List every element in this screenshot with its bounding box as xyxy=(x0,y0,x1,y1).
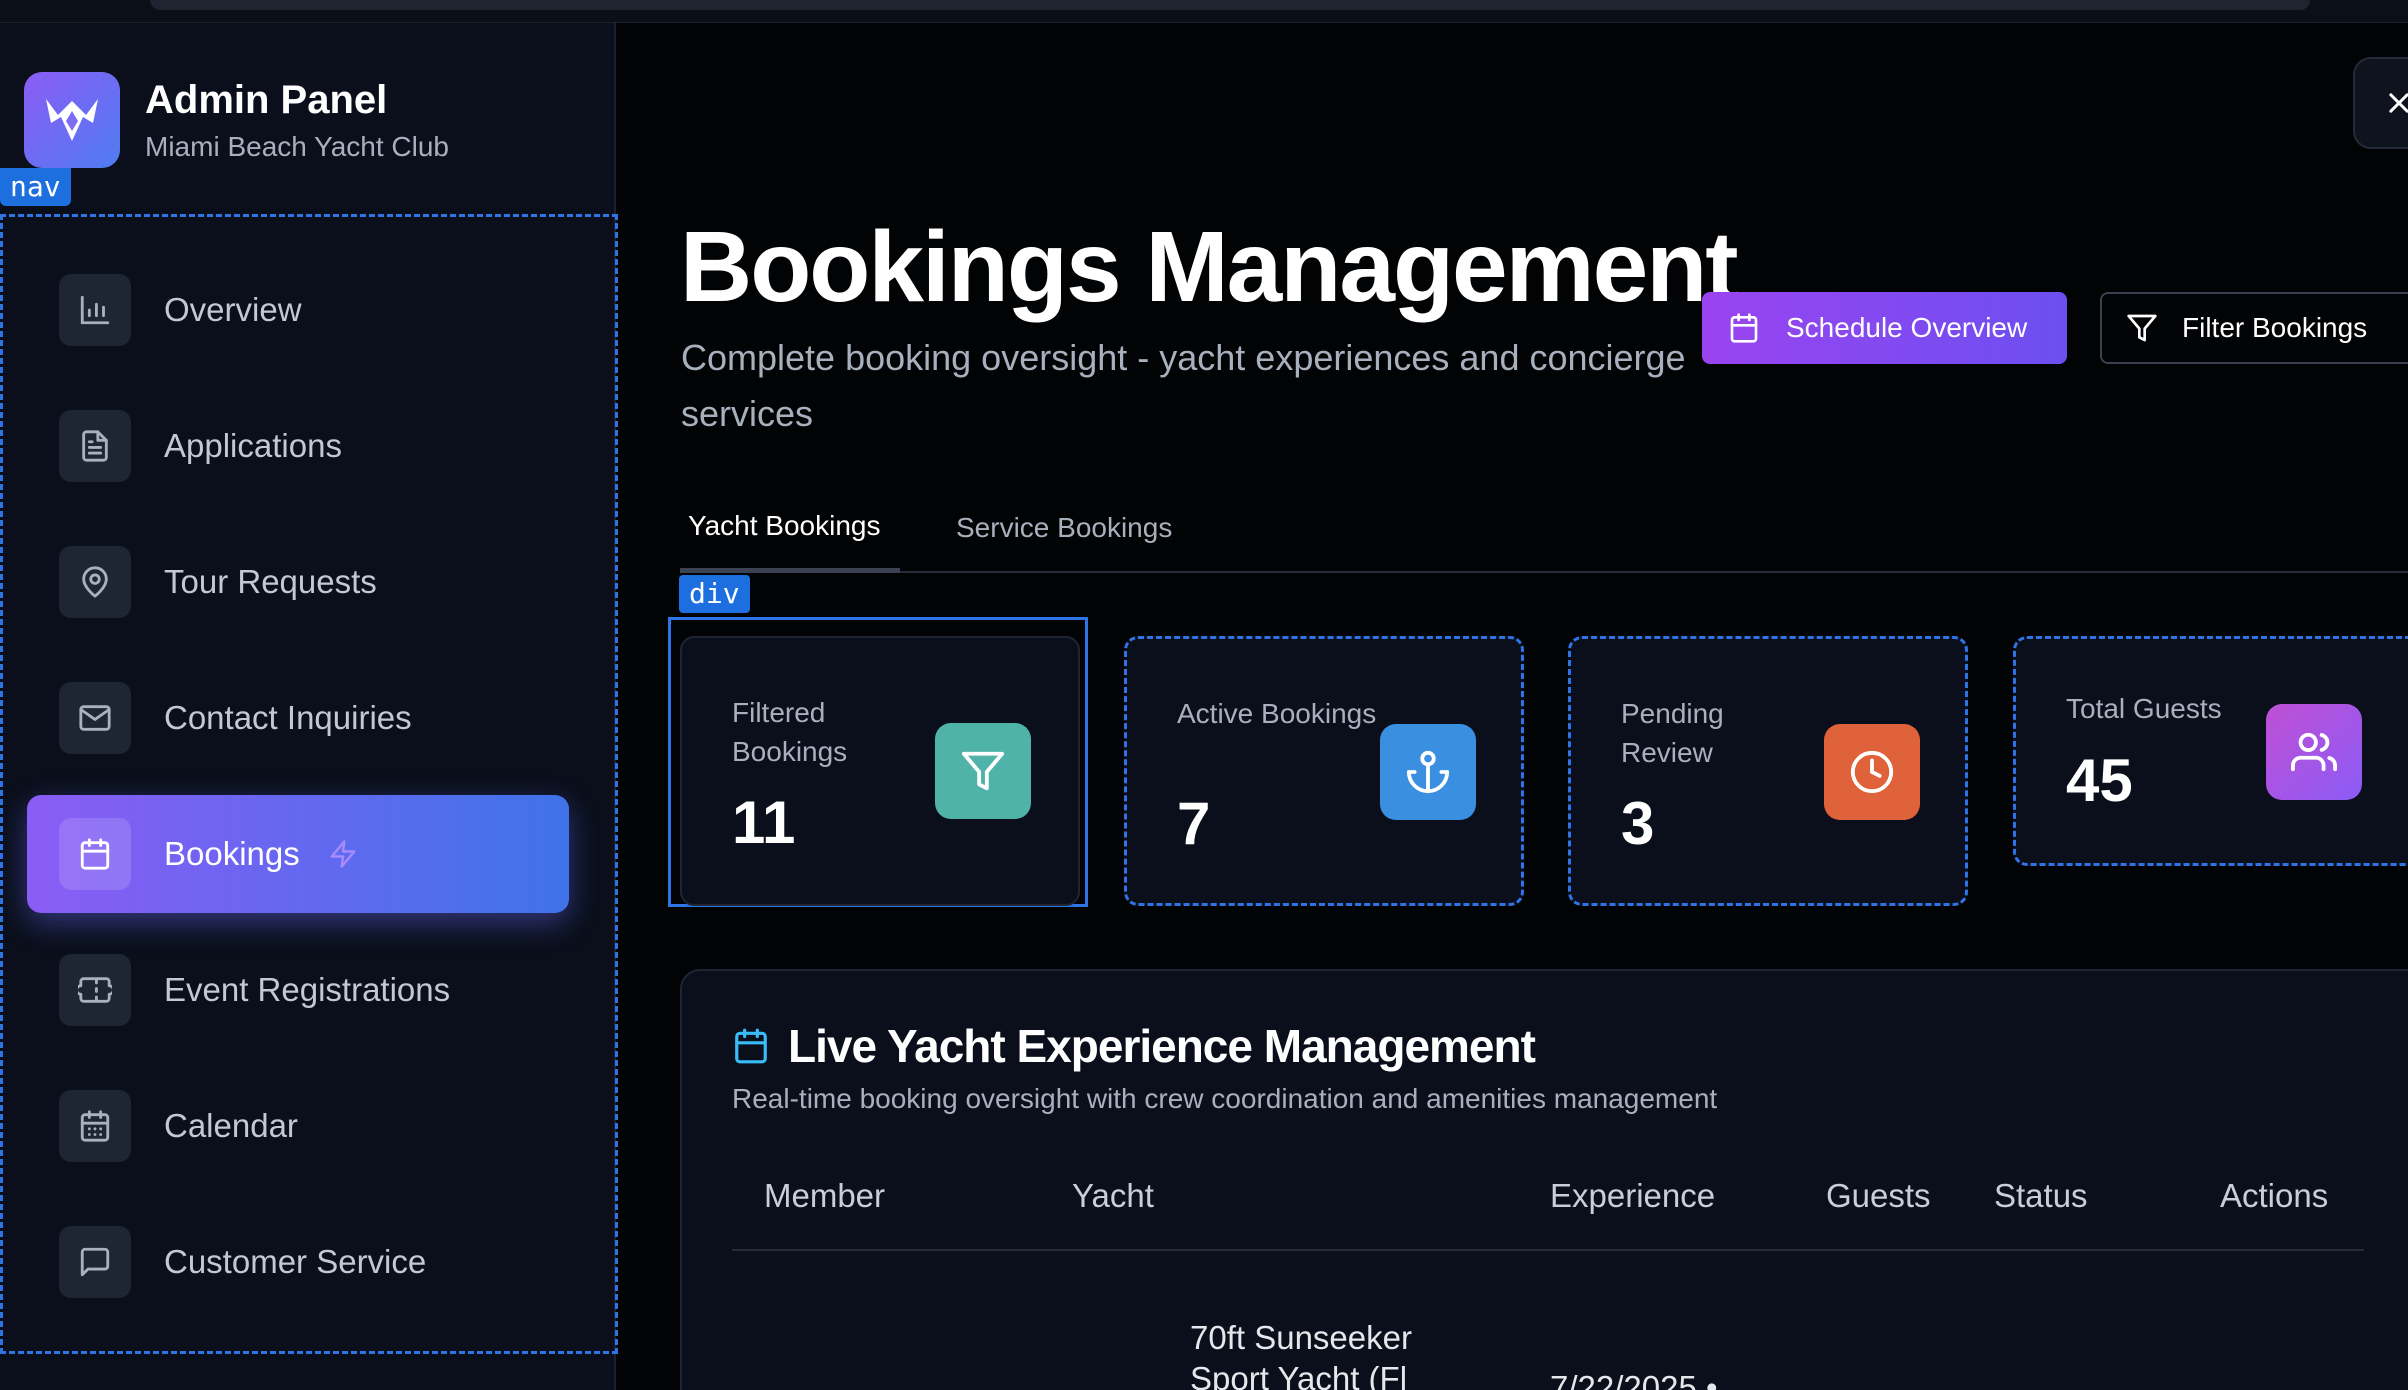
close-icon xyxy=(2389,93,2408,113)
filter-bookings-label: Filter Bookings xyxy=(2182,312,2368,343)
close-button[interactable] xyxy=(2353,57,2408,149)
sidebar-item-contact-inquiries[interactable]: Contact Inquiries xyxy=(27,659,569,777)
page-subtitle: Complete booking oversight - yacht exper… xyxy=(681,337,1686,434)
stat-label: Active Bookings xyxy=(1177,698,1377,729)
brand-subtitle: Miami Beach Yacht Club xyxy=(145,130,449,162)
column-yacht: Yacht xyxy=(1072,1177,1154,1214)
sidebar-item-label: Tour Requests xyxy=(164,563,377,600)
sidebar-item-label: Event Registrations xyxy=(164,971,451,1008)
column-experience: Experience xyxy=(1550,1177,1716,1214)
stat-card-filtered-bookings: Filtered Bookings 11 xyxy=(680,636,1080,906)
page-title: Bookings Management xyxy=(680,211,1739,323)
nav-debug-tag: nav xyxy=(0,168,71,206)
document-icon xyxy=(59,410,131,482)
ticket-icon xyxy=(59,954,131,1026)
sidebar: Admin Panel Miami Beach Yacht Club nav O… xyxy=(0,23,618,1390)
mail-icon xyxy=(59,682,131,754)
stat-value: 7 xyxy=(1177,790,1211,857)
stat-card-active-bookings: Active Bookings 7 xyxy=(1124,636,1524,906)
stat-card-pending-review: Pending Review 3 xyxy=(1568,636,1968,906)
sidebar-item-label: Overview xyxy=(164,291,302,328)
stat-value: 3 xyxy=(1621,790,1655,857)
map-pin-icon xyxy=(59,546,131,618)
column-member: Member xyxy=(764,1177,886,1214)
panel-subtitle: Real-time booking oversight with crew co… xyxy=(732,1083,1718,1114)
schedule-overview-button[interactable]: Schedule Overview xyxy=(1702,292,2067,364)
stat-label: Filtered Bookings xyxy=(732,697,848,767)
sidebar-item-calendar[interactable]: Calendar xyxy=(27,1067,569,1185)
live-yacht-panel: Live Yacht Experience Management Real-ti… xyxy=(680,969,2408,1390)
calendar-icon xyxy=(735,1028,767,1064)
tab-service-bookings[interactable]: Service Bookings xyxy=(956,500,1172,573)
table-header: Member Yacht Experience Guests Status Ac… xyxy=(732,1161,2364,1251)
sidebar-item-customer-service[interactable]: Customer Service xyxy=(27,1203,569,1321)
logo-mark-icon xyxy=(46,99,98,141)
message-square-icon xyxy=(59,1226,131,1298)
stat-value: 45 xyxy=(2066,747,2133,814)
browser-top-strip xyxy=(0,0,2408,23)
stat-value: 11 xyxy=(732,789,796,856)
column-status: Status xyxy=(1994,1177,2088,1214)
filter-icon xyxy=(935,723,1031,819)
column-guests: Guests xyxy=(1826,1177,1931,1214)
sidebar-item-tour-requests[interactable]: Tour Requests xyxy=(27,523,569,641)
sidebar-item-event-registrations[interactable]: Event Registrations xyxy=(27,931,569,1049)
brand-logo xyxy=(24,72,120,168)
tab-yacht-bookings[interactable]: Yacht Bookings xyxy=(680,500,900,573)
row-yacht: 70ft Sunseeker Sport Yacht (Fl xyxy=(1190,1319,1412,1390)
brand-title: Admin Panel xyxy=(145,77,388,122)
address-bar[interactable] xyxy=(150,0,2310,10)
calendar-icon xyxy=(1730,313,1758,343)
anchor-icon xyxy=(1380,724,1476,820)
sidebar-item-bookings[interactable]: Bookings xyxy=(27,795,569,913)
booking-tabs: Yacht Bookings Service Bookings xyxy=(680,500,2408,573)
clock-icon xyxy=(1824,724,1920,820)
sidebar-item-label: Customer Service xyxy=(164,1243,427,1280)
brand: Admin Panel Miami Beach Yacht Club xyxy=(24,72,449,168)
div-debug-tag: div xyxy=(679,575,750,613)
sidebar-item-applications[interactable]: Applications xyxy=(27,387,569,505)
sidebar-item-label: Contact Inquiries xyxy=(164,699,412,736)
sidebar-item-label: Applications xyxy=(164,427,342,464)
bar-chart-icon xyxy=(59,274,131,346)
stat-card-total-guests: Total Guests 45 xyxy=(2013,636,2408,866)
schedule-overview-label: Schedule Overview xyxy=(1786,312,2028,343)
calendar-grid-icon xyxy=(59,1090,131,1162)
panel-title: Live Yacht Experience Management xyxy=(788,1020,1536,1072)
filter-icon xyxy=(2127,314,2157,342)
stat-label: Pending Review xyxy=(1621,698,1724,768)
calendar-icon xyxy=(59,818,131,890)
lightning-icon xyxy=(328,838,358,870)
row-experience: 7/22/2025 • xyxy=(1550,1369,1718,1390)
filter-bookings-button[interactable]: Filter Bookings xyxy=(2100,292,2408,364)
sidebar-item-label: Bookings xyxy=(164,835,300,872)
users-icon xyxy=(2266,704,2362,800)
sidebar-item-overview[interactable]: Overview xyxy=(27,251,569,369)
column-actions: Actions xyxy=(2220,1177,2329,1214)
sidebar-item-label: Calendar xyxy=(164,1107,298,1144)
sidebar-nav: Overview Applications Tour Requests Cont… xyxy=(0,214,618,1354)
